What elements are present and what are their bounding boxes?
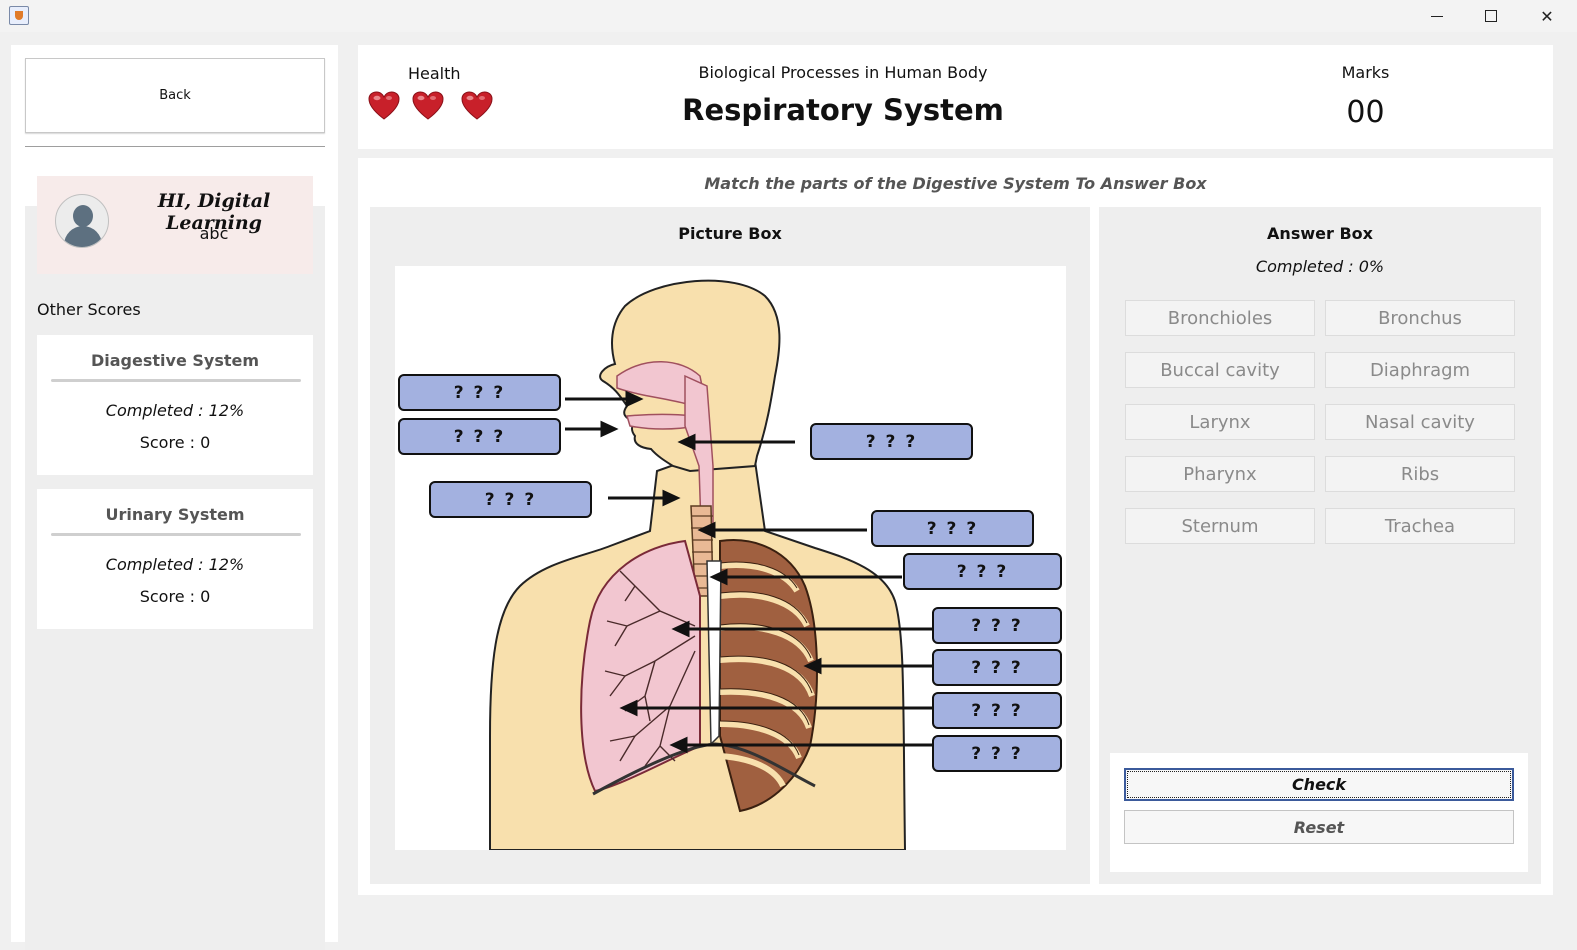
reset-button[interactable]: Reset [1124, 810, 1514, 844]
score-card-urinary: Urinary System Completed : 12% Score : 0 [37, 489, 313, 629]
marks-label: Marks [1341, 63, 1390, 82]
score-card-score: Score : 0 [139, 433, 211, 452]
answer-slot-6[interactable]: ? ? ? [903, 553, 1062, 590]
username-text: abc [199, 224, 229, 243]
health-label: Health [408, 64, 461, 83]
marks-value: 00 [1346, 95, 1385, 130]
java-app-icon [9, 6, 29, 25]
close-icon: ✕ [1540, 6, 1554, 26]
instruction-text: Match the parts of the Digestive System … [704, 174, 1207, 193]
score-card-completed: Completed : 12% [105, 401, 245, 420]
score-card-digestive: Diagestive System Completed : 12% Score … [37, 335, 313, 475]
answer-slot-2[interactable]: ? ? ? [398, 418, 561, 455]
term-diaphragm[interactable]: Diaphragm [1325, 352, 1515, 388]
term-trachea[interactable]: Trachea [1325, 508, 1515, 544]
back-button[interactable]: Back [25, 58, 325, 133]
answer-box-completed: Completed : 0% [1255, 257, 1385, 276]
topic-title: Respiratory System [682, 93, 1004, 127]
heart-icon [412, 91, 444, 120]
score-card-completed: Completed : 12% [105, 555, 245, 574]
answer-slot-9[interactable]: ? ? ? [932, 692, 1062, 729]
answer-slot-5[interactable]: ? ? ? [871, 510, 1034, 547]
minimize-button[interactable] [1408, 0, 1466, 32]
term-ribs[interactable]: Ribs [1325, 456, 1515, 492]
term-bronchioles[interactable]: Bronchioles [1125, 300, 1315, 336]
heart-icon [368, 91, 400, 120]
picture-box: Picture Box ? ? ? ? ? ? ? ? ? ? ? ? ? ? … [370, 207, 1090, 884]
maximize-icon [1485, 10, 1497, 22]
picture-box-title: Picture Box [678, 224, 782, 243]
term-bronchus[interactable]: Bronchus [1325, 300, 1515, 336]
profile-card: HI, Digital Learning abc [37, 176, 313, 274]
score-card-score: Score : 0 [139, 587, 211, 606]
answer-slot-1[interactable]: ? ? ? [398, 374, 561, 411]
answer-slot-7[interactable]: ? ? ? [932, 607, 1062, 644]
score-card-separator [51, 533, 301, 536]
minimize-icon [1431, 15, 1443, 17]
respiratory-diagram: ? ? ? ? ? ? ? ? ? ? ? ? ? ? ? ? ? ? ? ? … [395, 266, 1066, 850]
other-scores-label: Other Scores [37, 300, 141, 319]
action-panel: Check Reset [1110, 753, 1528, 872]
score-card-title: Urinary System [105, 505, 245, 524]
answer-box: Answer Box Completed : 0% Bronchioles Br… [1099, 207, 1541, 884]
heart-icon [461, 91, 493, 120]
answer-slot-8[interactable]: ? ? ? [932, 649, 1062, 686]
subject-title: Biological Processes in Human Body [698, 63, 988, 82]
term-sternum[interactable]: Sternum [1125, 508, 1315, 544]
score-card-title: Diagestive System [90, 351, 260, 370]
window-titlebar: ✕ [0, 0, 1577, 32]
user-avatar-icon [55, 194, 109, 248]
answer-slot-10[interactable]: ? ? ? [932, 735, 1062, 772]
term-pharynx[interactable]: Pharynx [1125, 456, 1315, 492]
close-button[interactable]: ✕ [1518, 0, 1576, 32]
sidebar-divider [25, 146, 325, 147]
answer-slot-3[interactable]: ? ? ? [429, 481, 592, 518]
game-header: Health Biological Processes in Human Bod… [358, 45, 1553, 149]
answer-slot-4[interactable]: ? ? ? [810, 423, 973, 460]
main-panel: Match the parts of the Digestive System … [358, 158, 1553, 895]
term-nasal-cavity[interactable]: Nasal cavity [1325, 404, 1515, 440]
check-button[interactable]: Check [1124, 768, 1514, 801]
answer-box-title: Answer Box [1267, 224, 1373, 243]
term-buccal-cavity[interactable]: Buccal cavity [1125, 352, 1315, 388]
maximize-button[interactable] [1462, 0, 1520, 32]
term-larynx[interactable]: Larynx [1125, 404, 1315, 440]
score-card-separator [51, 379, 301, 382]
